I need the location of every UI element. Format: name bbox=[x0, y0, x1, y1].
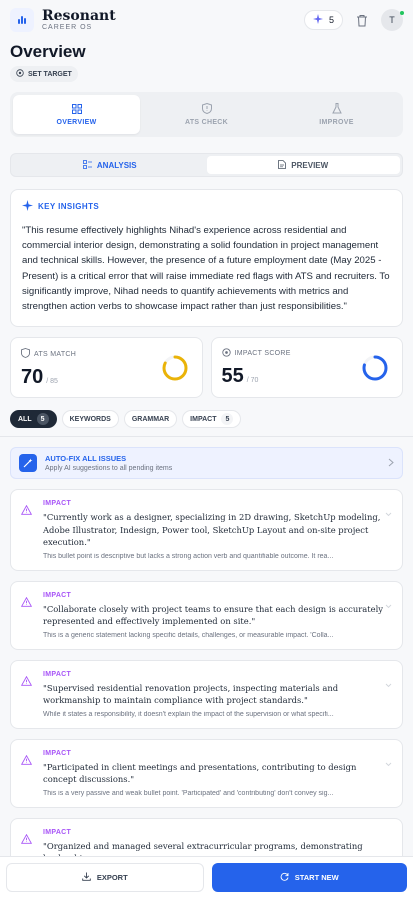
tab-analysis[interactable]: ANALYSIS bbox=[13, 156, 207, 174]
chevron-down-icon[interactable] bbox=[385, 754, 392, 772]
brand-subtitle: CAREER OS bbox=[42, 23, 93, 31]
issue-card[interactable]: IMPACT "Currently work as a designer, sp… bbox=[10, 489, 403, 571]
filter-all-label: ALL bbox=[18, 415, 32, 423]
start-new-label: START NEW bbox=[294, 873, 339, 882]
set-target-label: SET TARGET bbox=[28, 70, 72, 78]
list-icon bbox=[82, 159, 92, 171]
issue-card[interactable]: IMPACT "Supervised residential renovatio… bbox=[10, 659, 403, 729]
auto-fix-subtitle: Apply AI suggestions to all pending item… bbox=[45, 465, 173, 473]
issue-description: This is a generic statement lacking spec… bbox=[43, 631, 334, 639]
brand[interactable]: Resonant CAREER OS bbox=[10, 8, 116, 32]
issue-description: While it states a responsibility, it doe… bbox=[43, 710, 334, 718]
issue-quote: "Participated in client meetings and pre… bbox=[43, 761, 357, 785]
key-insights-card: KEY INSIGHTS "This resume effectively hi… bbox=[10, 189, 403, 328]
chevron-down-icon[interactable] bbox=[385, 504, 392, 522]
issue-quote: "Supervised residential renovation proje… bbox=[43, 682, 339, 706]
tab-improve[interactable]: IMPROVE bbox=[273, 95, 400, 134]
filter-keywords[interactable]: KEYWORDS bbox=[61, 410, 119, 429]
impact-score-max: / 70 bbox=[246, 377, 259, 385]
target-icon bbox=[16, 69, 24, 79]
set-target-button[interactable]: SET TARGET bbox=[10, 66, 78, 82]
tab-overview[interactable]: OVERVIEW bbox=[13, 95, 140, 134]
download-icon bbox=[82, 872, 91, 883]
filter-grammar-label: GRAMMAR bbox=[131, 415, 170, 423]
ats-match-max: / 85 bbox=[46, 378, 58, 386]
sparkle-icon bbox=[22, 200, 33, 213]
tab-preview-label: PREVIEW bbox=[291, 160, 329, 170]
filter-impact-count: 5 bbox=[221, 413, 234, 426]
brand-name: Resonant bbox=[42, 7, 116, 24]
filter-all[interactable]: ALL 5 bbox=[10, 410, 57, 429]
warning-icon bbox=[20, 592, 33, 639]
tab-ats-check-label: ATS CHECK bbox=[184, 119, 228, 126]
sparkle-icon bbox=[312, 14, 323, 26]
export-button[interactable]: EXPORT bbox=[6, 863, 204, 892]
chevron-down-icon[interactable] bbox=[385, 596, 392, 614]
auto-fix-button[interactable]: AUTO-FIX ALL ISSUES Apply AI suggestions… bbox=[10, 447, 403, 480]
filter-bar: ALL 5 KEYWORDS GRAMMAR IMPACT 5 bbox=[10, 410, 403, 429]
impact-score-value: 55 bbox=[221, 365, 244, 388]
flask-icon bbox=[331, 103, 342, 116]
tab-analysis-label: ANALYSIS bbox=[96, 160, 137, 170]
tab-preview[interactable]: PREVIEW bbox=[206, 156, 400, 174]
warning-icon bbox=[20, 750, 33, 797]
ats-match-card: ATS MATCH 70 / 85 bbox=[10, 337, 203, 399]
issue-tag: IMPACT bbox=[43, 749, 72, 757]
key-insights-text: "This resume effectively highlights Niha… bbox=[22, 225, 390, 313]
issue-card[interactable]: IMPACT "Participated in client meetings … bbox=[10, 738, 403, 808]
filter-impact-label: IMPACT bbox=[190, 415, 217, 423]
export-label: EXPORT bbox=[96, 873, 128, 882]
filter-grammar[interactable]: GRAMMAR bbox=[123, 410, 178, 429]
issue-tag: IMPACT bbox=[43, 500, 72, 508]
ats-match-label: ATS MATCH bbox=[34, 350, 77, 358]
view-toggle: ANALYSIS PREVIEW bbox=[10, 153, 403, 177]
issue-tag: IMPACT bbox=[43, 591, 72, 599]
issue-tag: IMPACT bbox=[43, 828, 72, 836]
credits-count: 5 bbox=[328, 15, 334, 25]
shield-icon bbox=[21, 348, 30, 360]
issue-description: This bullet point is descriptive but lac… bbox=[43, 552, 334, 560]
tab-overview-label: OVERVIEW bbox=[56, 118, 97, 126]
key-insights-heading: KEY INSIGHTS bbox=[38, 202, 100, 211]
chevron-right-icon bbox=[388, 454, 394, 472]
impact-score-card: IMPACT SCORE 55 / 70 bbox=[210, 337, 403, 399]
avatar-initial: T bbox=[389, 15, 395, 25]
document-icon bbox=[278, 159, 287, 171]
page-title: Overview bbox=[10, 42, 86, 61]
grid-icon bbox=[71, 103, 82, 116]
tab-ats-check[interactable]: ATS CHECK bbox=[143, 95, 270, 134]
avatar[interactable]: T bbox=[381, 9, 404, 31]
impact-score-label: IMPACT SCORE bbox=[234, 350, 291, 358]
tab-improve-label: IMPROVE bbox=[319, 119, 354, 126]
issue-quote: "Currently work as a designer, specializ… bbox=[43, 512, 381, 548]
start-new-button[interactable]: START NEW bbox=[211, 863, 407, 892]
issue-card[interactable]: IMPACT "Collaborate closely with project… bbox=[10, 580, 403, 650]
main-tabs: OVERVIEW ATS CHECK IMPROVE bbox=[10, 92, 403, 137]
app-header: Resonant CAREER OS 5 T bbox=[0, 0, 413, 40]
logo-icon bbox=[10, 8, 34, 32]
warning-icon bbox=[20, 500, 33, 560]
filter-impact[interactable]: IMPACT 5 bbox=[182, 410, 242, 429]
warning-icon bbox=[20, 671, 33, 718]
filter-all-count: 5 bbox=[36, 413, 49, 426]
issue-tag: IMPACT bbox=[43, 670, 72, 678]
ats-match-value: 70 bbox=[21, 366, 44, 389]
bottom-action-bar: EXPORT START NEW bbox=[0, 856, 413, 898]
chevron-down-icon[interactable] bbox=[385, 675, 392, 693]
auto-fix-title: AUTO-FIX ALL ISSUES bbox=[45, 454, 127, 464]
trash-icon[interactable] bbox=[353, 11, 371, 29]
magic-wand-icon bbox=[19, 454, 37, 473]
divider bbox=[0, 436, 413, 438]
refresh-icon bbox=[280, 872, 289, 883]
filter-keywords-label: KEYWORDS bbox=[69, 415, 111, 423]
ats-match-ring bbox=[162, 355, 187, 381]
impact-score-ring bbox=[362, 355, 388, 381]
shield-icon bbox=[201, 102, 212, 116]
online-indicator bbox=[400, 11, 404, 15]
credits-badge[interactable]: 5 bbox=[303, 10, 343, 30]
issue-description: This is a very passive and weak bullet p… bbox=[43, 789, 334, 797]
target-icon bbox=[221, 348, 231, 359]
issue-quote: "Collaborate closely with project teams … bbox=[43, 603, 383, 627]
